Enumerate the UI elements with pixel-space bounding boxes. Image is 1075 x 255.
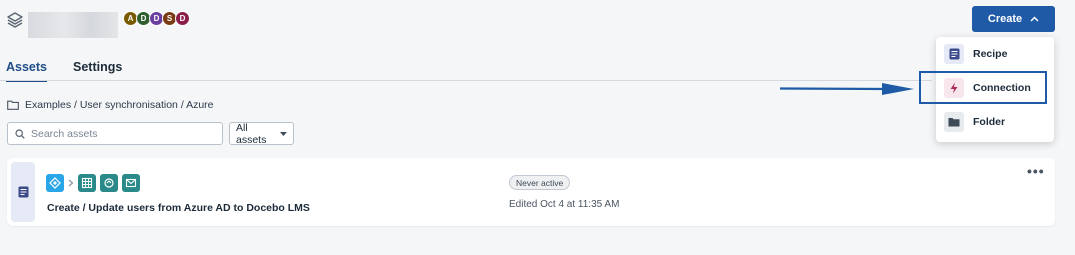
- more-options-icon[interactable]: •••: [1027, 164, 1045, 178]
- collaborator-avatars: A D D S D: [123, 11, 190, 26]
- edited-timestamp: Edited Oct 4 at 11:35 AM: [509, 199, 620, 210]
- assets-filter-dropdown[interactable]: All assets: [229, 121, 294, 146]
- assets-filter-label: All assets: [236, 121, 267, 146]
- avatar[interactable]: D: [175, 11, 190, 26]
- menu-item-label: Folder: [973, 116, 1006, 128]
- table-icon: [78, 174, 96, 192]
- recipe-icon: [18, 186, 28, 198]
- project-layers-icon: [7, 12, 23, 28]
- tab-settings[interactable]: Settings: [73, 60, 122, 82]
- recipe-name-link[interactable]: Create / Update users from Azure AD to D…: [47, 202, 310, 214]
- tab-bar: Assets Settings: [6, 60, 122, 82]
- recipe-type-stripe: [11, 162, 35, 222]
- breadcrumb: Examples / User synchronisation / Azure: [7, 99, 214, 111]
- recipe-icon: [944, 44, 964, 64]
- pointer-arrow-icon: [779, 83, 914, 95]
- menu-item-folder[interactable]: Folder: [944, 112, 1005, 132]
- app-icons: [46, 174, 140, 192]
- search-field[interactable]: [7, 122, 223, 145]
- highlight-box: [919, 71, 1047, 104]
- email-icon: [122, 174, 140, 192]
- folder-icon: [7, 100, 19, 110]
- menu-item-label: Recipe: [973, 48, 1008, 60]
- search-icon: [15, 128, 25, 139]
- recipe-card[interactable]: Create / Update users from Azure AD to D…: [7, 158, 1055, 226]
- azure-ad-icon: [46, 174, 64, 192]
- create-button[interactable]: Create: [972, 6, 1055, 32]
- divider: [0, 80, 932, 81]
- folder-icon: [944, 112, 964, 132]
- project-name-redacted: [28, 12, 118, 38]
- caret-down-icon: [280, 131, 287, 136]
- create-button-label: Create: [987, 13, 1023, 25]
- chevron-up-icon: [1030, 16, 1039, 22]
- chevron-right-icon: [68, 179, 74, 187]
- search-input[interactable]: [31, 127, 211, 140]
- menu-item-recipe[interactable]: Recipe: [944, 44, 1007, 64]
- sync-icon: [100, 174, 118, 192]
- breadcrumb-path[interactable]: Examples / User synchronisation / Azure: [25, 99, 214, 111]
- status-badge: Never active: [509, 175, 571, 190]
- tab-assets[interactable]: Assets: [6, 60, 47, 82]
